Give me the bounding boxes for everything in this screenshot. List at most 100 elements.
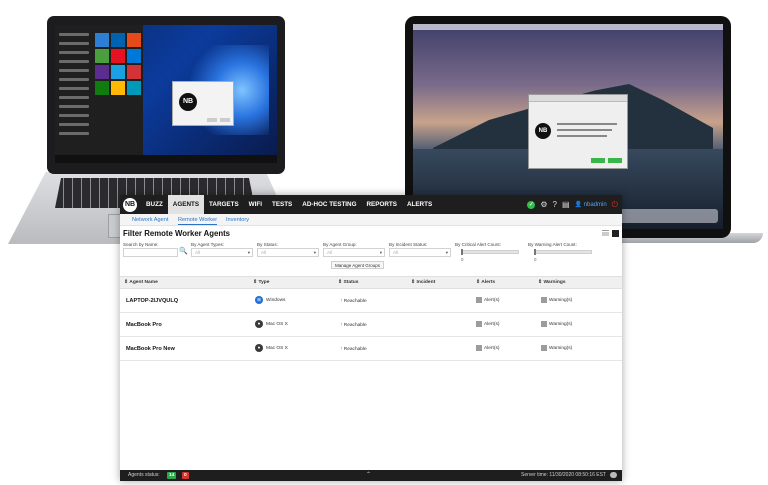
agent-type: ● Mac OS X xyxy=(255,313,288,337)
agent-name[interactable]: MacBook Pro xyxy=(126,313,162,337)
search-input[interactable] xyxy=(123,248,178,257)
agent-status: ↑Reachable xyxy=(340,322,367,328)
agent-warnings[interactable]: Warning(s) xyxy=(541,289,572,313)
netbeez-dashboard-window: NB BUZZ AGENTS TARGETS WIFI TESTS AD-HOC… xyxy=(120,195,622,481)
agent-group-label: By Agent Group: xyxy=(323,242,357,247)
critical-count-slider[interactable] xyxy=(461,249,519,255)
table-row[interactable]: MacBook Pro ● Mac OS X ↑Reachable Alert(s… xyxy=(120,313,622,337)
column-incident[interactable]: ⇕ Incident xyxy=(411,277,435,289)
incident-status-select[interactable]: All ▾ xyxy=(389,248,451,257)
marketing-composite: NB NB NB BUZZ AGENTS TARGETS WIFI TESTS … xyxy=(0,0,768,485)
system-ok-icon[interactable]: ✓ xyxy=(527,200,536,209)
mac-menubar xyxy=(413,24,723,30)
windows-installer-dialog: NB xyxy=(172,81,234,126)
windows-start-tiles xyxy=(95,33,141,95)
agent-warnings[interactable]: Warning(s) xyxy=(541,313,572,337)
filter-title: Filter Remote Worker Agents xyxy=(123,229,231,238)
agent-group-select[interactable]: All ▾ xyxy=(323,248,385,257)
column-status[interactable]: ⇕ Status xyxy=(338,277,358,289)
username: nbadmin xyxy=(583,202,607,208)
slider-handle[interactable] xyxy=(461,249,463,255)
warning-icon xyxy=(541,344,547,351)
nav-agents[interactable]: AGENTS xyxy=(167,195,205,214)
list-view-icon[interactable] xyxy=(602,230,609,237)
mac-dock xyxy=(618,209,718,223)
nav-reports[interactable]: REPORTS xyxy=(362,195,402,214)
windows-taskbar xyxy=(55,155,277,163)
status-select[interactable]: All ▾ xyxy=(257,248,319,257)
nav-ad-hoc-testing[interactable]: AD-HOC TESTING xyxy=(297,195,361,214)
apple-logo-icon: ● xyxy=(255,343,263,352)
column-agent-name[interactable]: ⇕ Agent Name xyxy=(124,277,158,289)
agent-group-value: All xyxy=(327,250,333,255)
status-footer: Agents status: 14 0 ⌃ Server time: 11/30… xyxy=(120,470,622,481)
table-row[interactable]: MacBook Pro New ● Mac OS X ↑Reachable Ale… xyxy=(120,337,622,361)
agent-type: ⊞ Windows xyxy=(255,289,285,313)
arrow-up-icon: ↑ xyxy=(340,322,343,328)
table-row[interactable]: LAPTOP-2IJVQULQ ⊞ Windows ↑Reachable Aler… xyxy=(120,289,622,313)
nav-alerts[interactable]: ALERTS xyxy=(402,195,437,214)
user-account[interactable]: 👤 nbadmin xyxy=(575,201,607,208)
column-alerts[interactable]: ⇕ Alerts xyxy=(476,277,495,289)
windows-desktop-screen: NB xyxy=(55,25,277,163)
apple-logo-icon: ● xyxy=(255,319,263,328)
agent-alerts[interactable]: Alert(s) xyxy=(476,313,499,337)
agent-types-select[interactable]: All ▾ xyxy=(191,248,253,257)
chevron-down-icon: ▾ xyxy=(247,250,250,255)
slider-handle[interactable] xyxy=(534,249,536,255)
incident-status-label: By Incident Status: xyxy=(389,242,428,247)
table-header: ⇕ Agent Name ⇕ Type ⇕ Status ⇕ Incident … xyxy=(120,276,622,289)
agent-warnings[interactable]: Warning(s) xyxy=(541,337,572,361)
netbeez-logo-icon[interactable]: NB xyxy=(123,197,137,212)
document-icon[interactable]: ▤ xyxy=(562,195,570,214)
agent-name[interactable]: MacBook Pro New xyxy=(126,337,175,361)
server-time: Server time: 11/30/2020 08:50:16 EST xyxy=(521,472,606,478)
tab-network-agent[interactable]: Network Agent xyxy=(132,215,168,225)
agents-down-count-badge[interactable]: 0 xyxy=(182,472,189,479)
chevron-down-icon: ▾ xyxy=(313,250,316,255)
mac-installer-dialog: NB xyxy=(528,94,628,169)
nav-wifi[interactable]: WIFI xyxy=(244,195,267,214)
incident-status-value: All xyxy=(393,250,399,255)
grid-view-icon[interactable] xyxy=(612,230,619,237)
agent-status: ↑Reachable xyxy=(340,346,367,352)
alert-icon xyxy=(476,296,482,303)
search-icon[interactable]: 🔍 xyxy=(179,247,188,255)
help-icon[interactable]: ? xyxy=(553,195,557,214)
chevron-up-icon[interactable]: ⌃ xyxy=(366,470,371,481)
agents-table: ⇕ Agent Name ⇕ Type ⇕ Status ⇕ Incident … xyxy=(120,276,622,361)
view-toggle xyxy=(602,230,619,237)
critical-count-value: 0 xyxy=(461,257,464,262)
agent-alerts[interactable]: Alert(s) xyxy=(476,337,499,361)
warning-count-slider[interactable] xyxy=(534,249,592,255)
agent-alerts[interactable]: Alert(s) xyxy=(476,289,499,313)
windows-start-menu xyxy=(55,25,143,155)
gear-icon[interactable]: ⚙ xyxy=(540,195,547,214)
agent-name[interactable]: LAPTOP-2IJVQULQ xyxy=(126,289,178,313)
nav-targets[interactable]: TARGETS xyxy=(204,195,244,214)
chat-icon[interactable] xyxy=(610,472,617,478)
netbeez-logo-icon: NB xyxy=(179,93,197,111)
tab-inventory[interactable]: Inventory xyxy=(226,215,249,225)
arrow-up-icon: ↑ xyxy=(340,298,343,304)
navbar-right-tools: ✓ ⚙ ? ▤ 👤 nbadmin ⏻ xyxy=(527,195,618,214)
warning-icon xyxy=(541,320,547,327)
nav-tests[interactable]: TESTS xyxy=(267,195,297,214)
logout-icon[interactable]: ⏻ xyxy=(612,200,618,210)
chevron-down-icon: ▾ xyxy=(445,250,448,255)
warning-icon xyxy=(541,296,547,303)
arrow-up-icon: ↑ xyxy=(340,346,343,352)
agent-types-label: By Agent Types: xyxy=(191,242,225,247)
column-type[interactable]: ⇕ Type xyxy=(253,277,270,289)
agents-up-count-badge[interactable]: 14 xyxy=(167,472,177,479)
chevron-down-icon: ▾ xyxy=(379,250,382,255)
tab-remote-worker[interactable]: Remote Worker xyxy=(178,215,218,225)
nav-buzz[interactable]: BUZZ xyxy=(141,195,168,214)
manage-agent-groups-button[interactable]: Manage Agent Groups xyxy=(331,261,385,269)
search-label: Search by Name: xyxy=(123,242,159,247)
agent-types-value: All xyxy=(195,250,201,255)
column-warnings[interactable]: ⇕ Warnings xyxy=(538,277,566,289)
windows-logo-icon: ⊞ xyxy=(255,295,263,304)
warning-count-label: By Warning Alert Count: xyxy=(528,242,577,247)
alert-icon xyxy=(476,344,482,351)
